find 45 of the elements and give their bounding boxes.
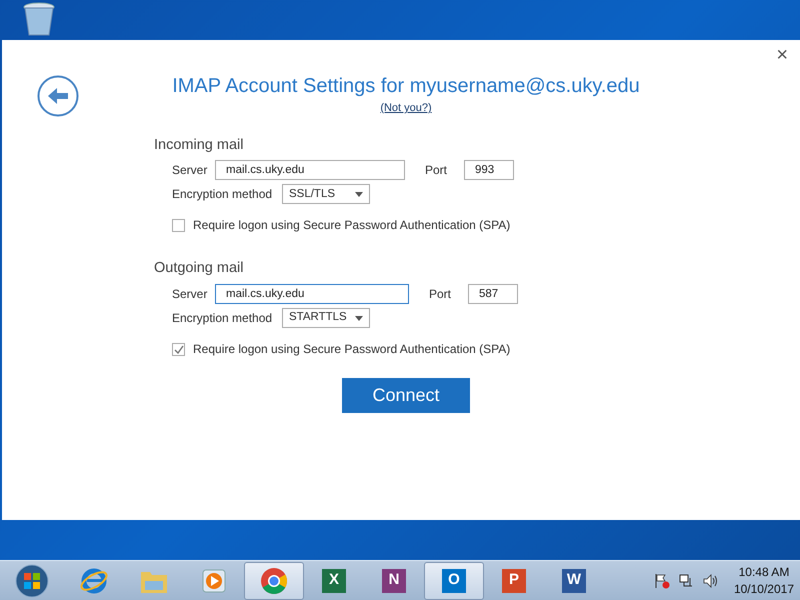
server-field[interactable]: mail.cs.uky.edu	[215, 284, 409, 304]
taskbar-button[interactable]: N	[364, 562, 424, 600]
taskbar-button[interactable]: O	[424, 562, 484, 600]
spa-checkbox[interactable]	[172, 342, 185, 356]
recycle-bin-icon[interactable]	[22, 0, 56, 36]
caret-icon	[355, 316, 363, 320]
encryption-dropdown[interactable]: SSL/TLS	[282, 184, 370, 204]
section-heading: Incoming mail	[154, 136, 244, 154]
server-field[interactable]: mail.cs.uky.edu	[215, 160, 405, 180]
app-icon: P	[502, 568, 526, 592]
internet-explorer-icon	[79, 566, 109, 596]
section-heading: Outgoing mail	[154, 259, 244, 278]
back-button[interactable]	[37, 75, 79, 117]
app-icon: N	[382, 568, 406, 592]
port-field[interactable]: 993	[464, 160, 514, 180]
taskbar-button[interactable]: P	[484, 562, 544, 600]
field-label: Encryption method	[172, 186, 274, 204]
clock-date[interactable]: 10/10/2017	[734, 580, 794, 597]
connect-button[interactable]: Connect	[342, 378, 470, 413]
field-label: Port	[425, 162, 448, 180]
taskbar-button[interactable]	[244, 562, 304, 600]
flag-icon[interactable]	[654, 572, 670, 588]
media-player-icon	[200, 566, 228, 594]
caret-icon	[355, 192, 363, 197]
network-icon[interactable]	[678, 572, 694, 588]
checkbox-label: Require logon using Secure Password Authentication (SPA)	[193, 217, 510, 234]
field-label: Server	[172, 162, 208, 180]
field-label: Encryption method	[172, 310, 274, 327]
taskbar-button[interactable]: W	[544, 562, 604, 600]
not-you-link[interactable]: (Not you?)	[380, 102, 432, 114]
field-label: Server	[172, 286, 208, 303]
app-icon: O	[442, 568, 466, 592]
app-icon: X	[322, 568, 346, 592]
checkbox-label: Require logon using Secure Password Authentication (SPA)	[193, 341, 510, 358]
encryption-dropdown[interactable]: STARTTLS	[282, 308, 370, 328]
taskbar-button[interactable]: X	[304, 562, 364, 600]
app-icon: W	[562, 568, 586, 592]
spa-checkbox[interactable]	[172, 218, 185, 232]
close-button[interactable]: ×	[770, 44, 794, 66]
dialog-title: IMAP Account Settings for myusername@cs.uky.edu	[172, 74, 640, 98]
volume-icon[interactable]	[702, 572, 718, 588]
field-label: Port	[429, 286, 452, 303]
chrome-icon	[259, 566, 289, 596]
clock-time[interactable]: 10:48 AM	[734, 564, 794, 580]
port-field[interactable]: 587	[468, 284, 518, 304]
